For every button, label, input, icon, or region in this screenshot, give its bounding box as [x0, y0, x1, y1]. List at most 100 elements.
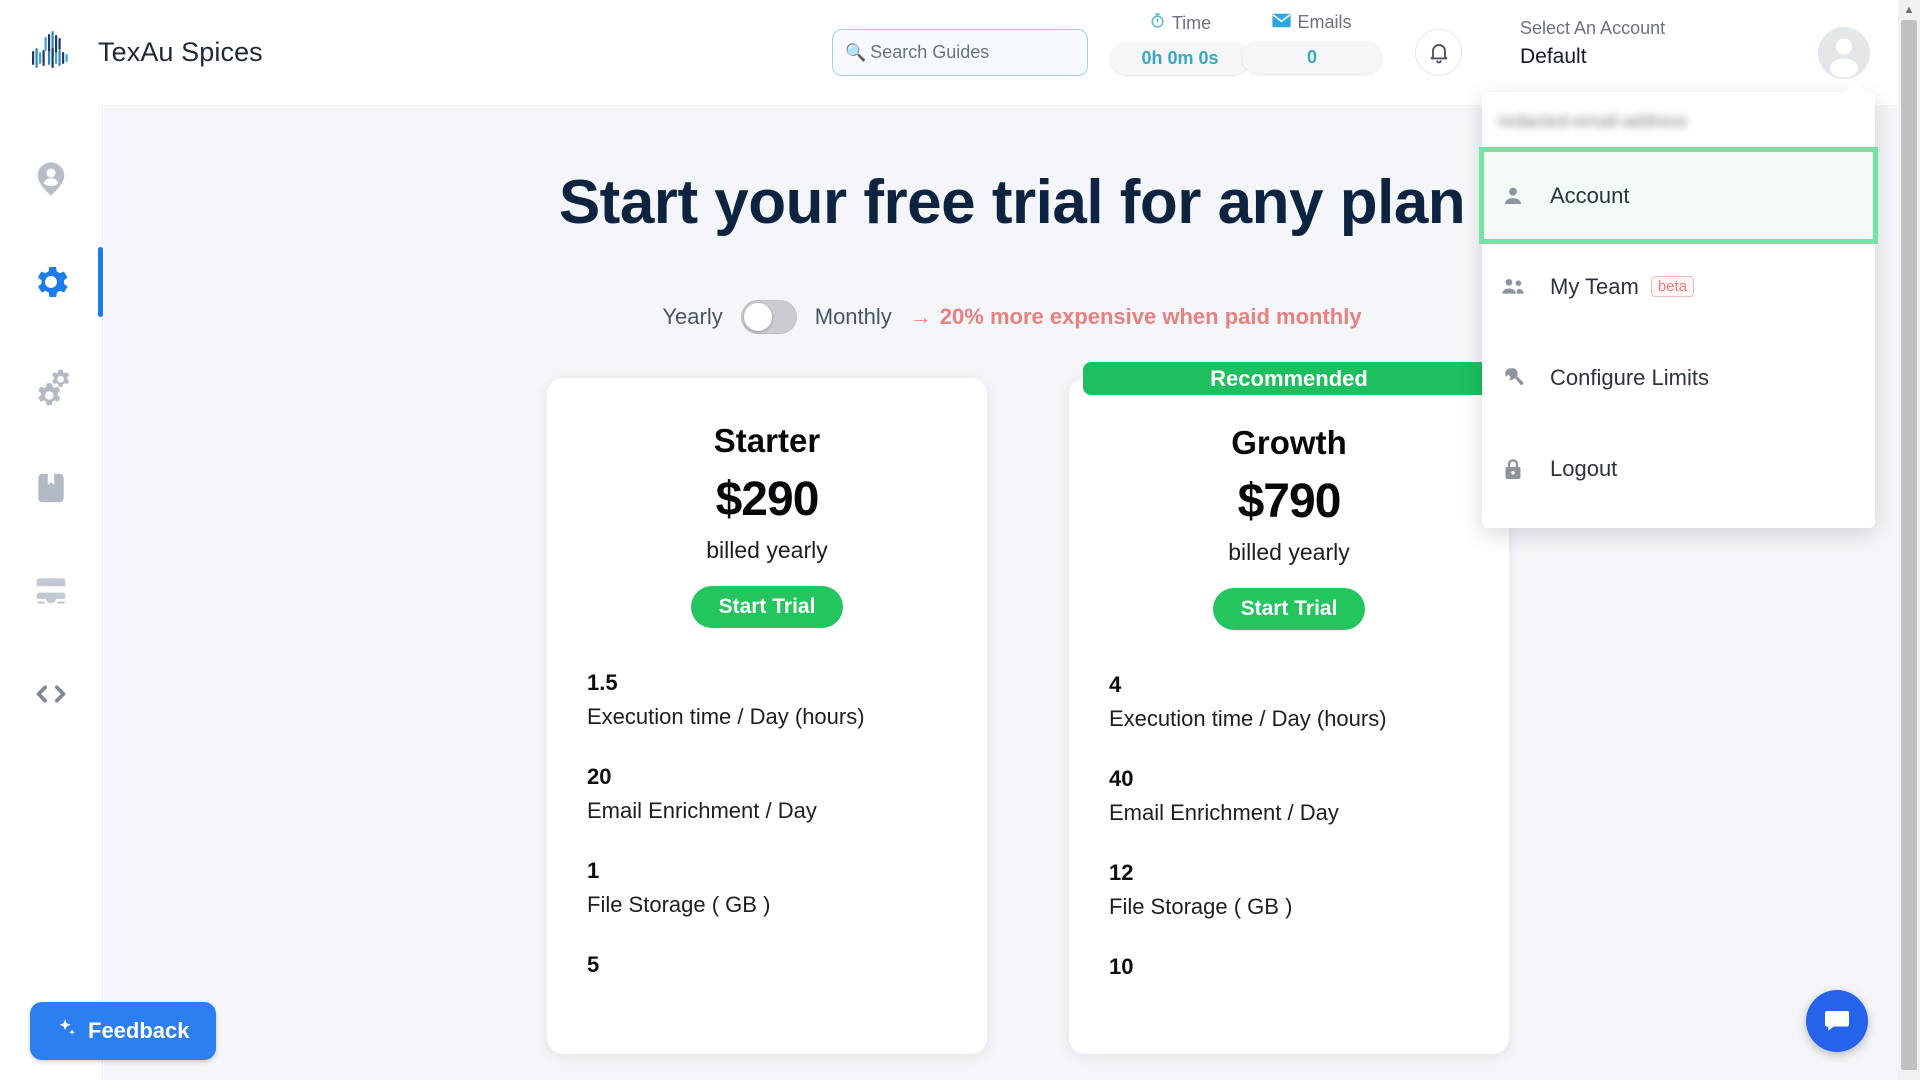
app-root: Start your free trial for any plan Yearl… — [0, 0, 1920, 1080]
account-email-masked: redacted-email-address — [1498, 110, 1688, 131]
feedback-button-label: Feedback — [88, 1018, 190, 1043]
feature-row: 40 Email Enrichment / Day — [1109, 766, 1469, 826]
wrench-icon — [1498, 365, 1528, 391]
plan-name: Starter — [713, 422, 821, 459]
texau-bars-logo — [24, 26, 78, 80]
feature-row: 20 Email Enrichment / Day — [587, 764, 947, 824]
dropdown-caret — [1844, 82, 1868, 93]
dropdown-item-logout[interactable]: Logout — [1482, 423, 1875, 514]
bell-icon — [1427, 41, 1451, 65]
gear-icon — [30, 261, 72, 303]
feature-value: 4 — [1109, 672, 1122, 697]
start-trial-button[interactable]: Start Trial — [1212, 588, 1366, 630]
plan-cycle: billed yearly — [1228, 539, 1350, 565]
plan-price: $790 — [1237, 475, 1342, 528]
plan-cycle: billed yearly — [706, 537, 828, 563]
account-selector[interactable]: Select An Account Default — [1520, 18, 1770, 69]
feature-value: 1 — [587, 858, 600, 883]
feature-label: File Storage ( GB ) — [587, 892, 771, 917]
beta-badge: beta — [1650, 276, 1695, 297]
dropdown-email-row: redacted-email-address — [1482, 92, 1875, 150]
feature-row: 4 Execution time / Day (hours) — [1109, 672, 1469, 732]
chat-widget-button[interactable] — [1806, 990, 1868, 1052]
billing-toggle-yearly-label: Yearly — [662, 304, 723, 329]
time-stat: Time 0h 0m 0s — [1110, 12, 1250, 75]
search-icon: 🔍 — [845, 43, 867, 62]
dropdown-item-label: Logout — [1550, 455, 1618, 481]
notifications-button[interactable] — [1415, 29, 1462, 76]
billing-note-text: 20% more expensive when paid monthly — [939, 304, 1362, 329]
person-pin-icon — [31, 159, 71, 199]
toggle-knob — [743, 303, 772, 331]
account-dropdown: redacted-email-address Account My Team b… — [1479, 82, 1878, 528]
feature-label: Email Enrichment / Day — [587, 798, 817, 823]
emails-label-text: Emails — [1297, 12, 1352, 32]
stopwatch-icon — [1149, 12, 1166, 34]
dropdown-item-label: Account — [1550, 182, 1630, 208]
scrollbar-thumb[interactable] — [1901, 20, 1917, 1070]
search-box[interactable]: 🔍 — [832, 29, 1088, 76]
plan-features: 4 Execution time / Day (hours) 40 Email … — [1109, 672, 1469, 980]
time-stat-label: Time — [1110, 12, 1250, 34]
feature-label: Execution time / Day (hours) — [1109, 706, 1387, 731]
feature-value: 40 — [1109, 766, 1134, 791]
pricing-card-growth: Recommended Growth $790 billed yearly St… — [1069, 362, 1509, 1054]
feature-label: File Storage ( GB ) — [1109, 894, 1293, 919]
arrow-right-icon: → — [909, 304, 932, 329]
search-container: 🔍 — [832, 29, 1088, 76]
emails-stat: Emails 0 — [1242, 12, 1382, 74]
plan-features: 1.5 Execution time / Day (hours) 20 Emai… — [587, 670, 947, 978]
feature-row: 5 — [587, 952, 947, 978]
feature-row: 1 File Storage ( GB ) — [587, 858, 947, 918]
account-selector-label: Select An Account — [1520, 18, 1666, 38]
feedback-button[interactable]: Feedback — [30, 1002, 216, 1060]
start-trial-button[interactable]: Start Trial — [690, 586, 844, 628]
brand[interactable]: TexAu Spices — [0, 26, 300, 80]
sidebar-item-inbox[interactable] — [0, 539, 103, 642]
feature-label: Execution time / Day (hours) — [587, 704, 865, 729]
sidebar-item-guides[interactable] — [0, 436, 103, 539]
code-brackets-icon — [31, 674, 71, 714]
feature-row: 1.5 Execution time / Day (hours) — [587, 670, 947, 730]
people-icon — [1498, 274, 1528, 300]
scroll-up-arrow[interactable]: ▲ — [1898, 0, 1920, 20]
chat-icon — [1822, 1005, 1852, 1038]
double-gear-icon — [30, 364, 72, 406]
inbox-icon — [32, 572, 70, 610]
sparkles-icon — [56, 1017, 78, 1045]
emails-stat-label: Emails — [1242, 12, 1382, 33]
pricing-card-starter: Starter $290 billed yearly Start Trial 1… — [547, 378, 987, 1054]
dropdown-item-configure-limits[interactable]: Configure Limits — [1482, 332, 1875, 423]
billing-period-toggle[interactable] — [740, 300, 797, 334]
sidebar-item-developer[interactable] — [0, 642, 103, 745]
plan-name: Growth — [1231, 424, 1347, 461]
feature-value: 20 — [587, 764, 612, 789]
dropdown-item-account[interactable]: Account — [1479, 147, 1878, 244]
brand-title: TexAu Spices — [98, 37, 263, 67]
plan-price: $290 — [715, 473, 820, 526]
sidebar-item-workflows[interactable] — [0, 333, 103, 436]
bookmark-icon — [32, 469, 70, 507]
avatar[interactable] — [1818, 27, 1870, 79]
my-team-text: My Team — [1550, 273, 1639, 299]
time-value: 0h 0m 0s — [1110, 42, 1250, 75]
envelope-icon — [1272, 12, 1292, 33]
page-scrollbar[interactable]: ▲ — [1898, 0, 1920, 1080]
dropdown-item-my-team[interactable]: My Team beta — [1482, 241, 1875, 332]
feature-label: Email Enrichment / Day — [1109, 800, 1339, 825]
dropdown-item-label: My Team beta — [1550, 273, 1695, 300]
sidebar-item-account[interactable] — [0, 127, 103, 230]
feature-value: 5 — [587, 952, 600, 977]
feature-value: 10 — [1109, 954, 1134, 979]
person-icon — [1498, 183, 1528, 209]
left-sidebar — [0, 105, 103, 1080]
recommended-badge: Recommended — [1083, 362, 1495, 395]
feature-value: 12 — [1109, 860, 1134, 885]
emails-value: 0 — [1242, 41, 1382, 74]
time-label-text: Time — [1171, 12, 1212, 33]
search-input[interactable] — [870, 42, 1071, 63]
feature-row: 10 — [1109, 954, 1469, 980]
billing-toggle-monthly-label: Monthly — [814, 304, 892, 329]
sidebar-item-settings[interactable] — [0, 230, 103, 333]
account-selector-value: Default — [1520, 45, 1587, 68]
